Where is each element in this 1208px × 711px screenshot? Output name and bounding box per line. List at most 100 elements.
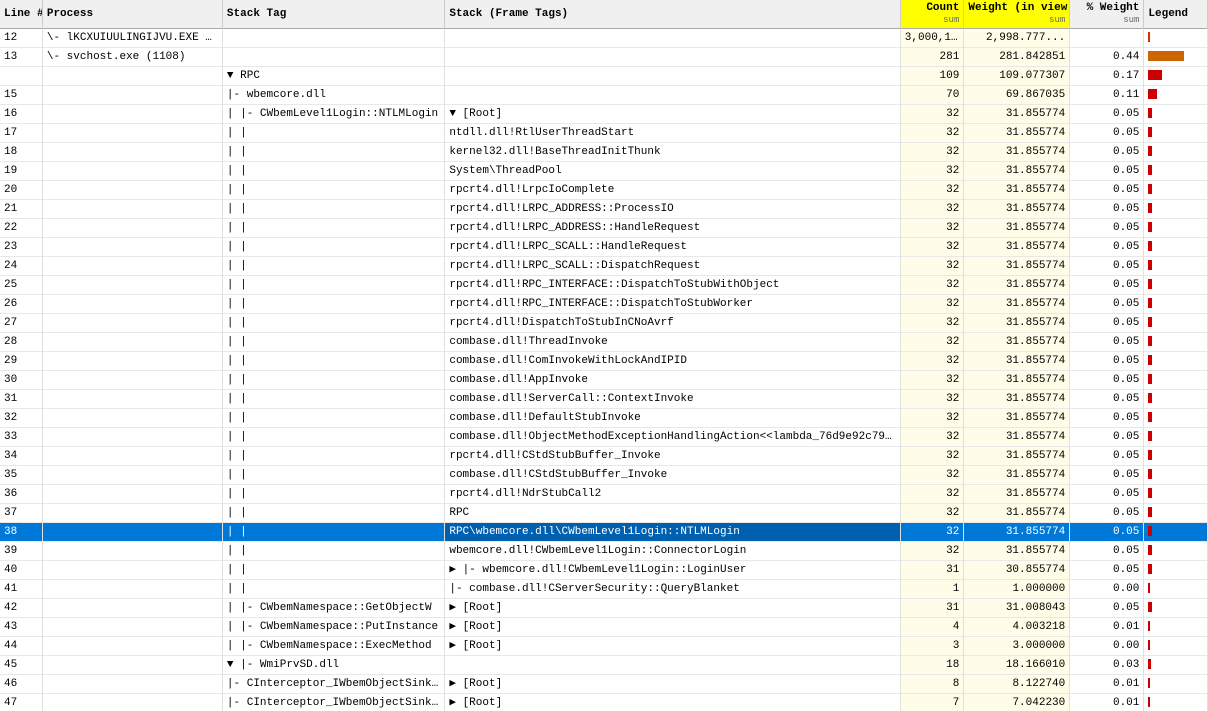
cell-legend [1144, 599, 1208, 618]
legend-bar [1148, 564, 1152, 574]
table-row[interactable]: 12 \- lKCXUIUULINGIJVU.EXE (EEE)3,000,11… [0, 29, 1208, 48]
cell-line: 18 [0, 143, 42, 162]
cell-count: 32 [900, 333, 964, 352]
cell-stack-frame: ▶ [Root] [445, 694, 900, 711]
cell-legend [1144, 409, 1208, 428]
cell-stack-tag: | | [222, 162, 444, 181]
table-row[interactable]: 45▼ |- WmiPrvSD.dll1818.1660100.03 [0, 656, 1208, 675]
cell-count: 4 [900, 618, 964, 637]
table-row[interactable]: 25 | | rpcrt4.dll!RPC_INTERFACE::Dispatc… [0, 276, 1208, 295]
cell-pct-weight: 0.05 [1070, 105, 1144, 124]
table-row[interactable]: ▼ RPC109109.0773070.17 [0, 67, 1208, 86]
cell-process [42, 447, 222, 466]
table-row[interactable]: 34 | | rpcrt4.dll!CStdStubBuffer_Invoke3… [0, 447, 1208, 466]
cell-pct-weight: 0.05 [1070, 295, 1144, 314]
table-row[interactable]: 39 | | wbemcore.dll!CWbemLevel1Login::Co… [0, 542, 1208, 561]
cell-line: 40 [0, 561, 42, 580]
cell-line: 33 [0, 428, 42, 447]
table-row[interactable]: 23 | | rpcrt4.dll!LRPC_SCALL::HandleRequ… [0, 238, 1208, 257]
cell-legend [1144, 276, 1208, 295]
cell-count: 18 [900, 656, 964, 675]
cell-line: 30 [0, 371, 42, 390]
table-row[interactable]: 38 | |RPC\wbemcore.dll\CWbemLevel1Login:… [0, 523, 1208, 542]
cell-line: 16 [0, 105, 42, 124]
col-header-stack-frame[interactable]: Stack (Frame Tags) [445, 0, 900, 29]
legend-bar [1148, 51, 1183, 61]
col-header-line[interactable]: Line # [0, 0, 42, 29]
table-row[interactable]: 46 |- CInterceptor_IWbemObjectSink::SetS… [0, 675, 1208, 694]
cell-weight: 31.855774 [964, 276, 1070, 295]
cell-stack-frame [445, 29, 900, 48]
table-row[interactable]: 37 | | RPC3231.8557740.05 [0, 504, 1208, 523]
cell-count: 32 [900, 124, 964, 143]
table-row[interactable]: 24 | | rpcrt4.dll!LRPC_SCALL::DispatchRe… [0, 257, 1208, 276]
table-row[interactable]: 18 | | kernel32.dll!BaseThreadInitThunk3… [0, 143, 1208, 162]
cell-line: 43 [0, 618, 42, 637]
table-row[interactable]: 29 | | combase.dll!ComInvokeWithLockAndI… [0, 352, 1208, 371]
cell-count: 32 [900, 219, 964, 238]
col-header-legend[interactable]: Legend [1144, 0, 1208, 29]
legend-bar [1148, 526, 1152, 536]
cell-legend [1144, 257, 1208, 276]
table-row[interactable]: 44 | |- CWbemNamespace::ExecMethod▶ [Roo… [0, 637, 1208, 656]
table-row[interactable]: 26 | | rpcrt4.dll!RPC_INTERFACE::Dispatc… [0, 295, 1208, 314]
table-row[interactable]: 41 | | |- combase.dll!CServerSecurity::Q… [0, 580, 1208, 599]
cell-count: 32 [900, 504, 964, 523]
cell-weight: 31.855774 [964, 352, 1070, 371]
table-row[interactable]: 16 | |- CWbemLevel1Login::NTLMLogin▼ [Ro… [0, 105, 1208, 124]
cell-weight: 1.000000 [964, 580, 1070, 599]
cell-stack-tag: | | [222, 295, 444, 314]
table-row[interactable]: 22 | | rpcrt4.dll!LRPC_ADDRESS::HandleRe… [0, 219, 1208, 238]
table-row[interactable]: 42 | |- CWbemNamespace::GetObjectW▶ [Roo… [0, 599, 1208, 618]
table-row[interactable]: 27 | | rpcrt4.dll!DispatchToStubInCNoAvr… [0, 314, 1208, 333]
cell-process [42, 580, 222, 599]
cell-process [42, 86, 222, 105]
legend-bar [1148, 222, 1152, 232]
cell-weight: 31.855774 [964, 200, 1070, 219]
table-row[interactable]: 47 |- CInterceptor_IWbemObjectSink::Indi… [0, 694, 1208, 711]
cell-process [42, 390, 222, 409]
main-table-container: Line # Process Stack Tag Stack (Frame Ta… [0, 0, 1208, 711]
cell-line: 12 [0, 29, 42, 48]
cell-line: 31 [0, 390, 42, 409]
cell-line: 47 [0, 694, 42, 711]
cell-stack-tag: | | [222, 181, 444, 200]
table-row[interactable]: 13 \- svchost.exe (1108)281281.8428510.4… [0, 48, 1208, 67]
table-row[interactable]: 21 | | rpcrt4.dll!LRPC_ADDRESS::ProcessI… [0, 200, 1208, 219]
col-header-stack-tag[interactable]: Stack Tag [222, 0, 444, 29]
table-row[interactable]: 43 | |- CWbemNamespace::PutInstance▶ [Ro… [0, 618, 1208, 637]
table-row[interactable]: 36 | | rpcrt4.dll!NdrStubCall23231.85577… [0, 485, 1208, 504]
cell-process [42, 181, 222, 200]
col-header-pct-weight[interactable]: % Weight sum [1070, 0, 1144, 29]
table-row[interactable]: 20 | | rpcrt4.dll!LrpcIoComplete3231.855… [0, 181, 1208, 200]
cell-stack-tag: | | [222, 542, 444, 561]
legend-bar [1148, 412, 1152, 422]
table-row[interactable]: 30 | | combase.dll!AppInvoke3231.8557740… [0, 371, 1208, 390]
cell-stack-frame: rpcrt4.dll!DispatchToStubInCNoAvrf [445, 314, 900, 333]
cell-stack-frame: ▶ [Root] [445, 637, 900, 656]
cell-legend [1144, 466, 1208, 485]
table-row[interactable]: 35 | | combase.dll!CStdStubBuffer_Invoke… [0, 466, 1208, 485]
table-row[interactable]: 15 |- wbemcore.dll7069.8670350.11 [0, 86, 1208, 105]
cell-process [42, 276, 222, 295]
table-row[interactable]: 28 | | combase.dll!ThreadInvoke3231.8557… [0, 333, 1208, 352]
table-row[interactable]: 32 | | combase.dll!DefaultStubInvoke3231… [0, 409, 1208, 428]
cell-weight: 31.855774 [964, 390, 1070, 409]
legend-bar [1148, 640, 1150, 650]
cell-line: 21 [0, 200, 42, 219]
table-row[interactable]: 19 | | System\ThreadPool3231.8557740.05 [0, 162, 1208, 181]
table-row[interactable]: 40 | | ▶ |- wbemcore.dll!CWbemLevel1Logi… [0, 561, 1208, 580]
cell-count: 32 [900, 466, 964, 485]
cell-count: 3,000,110 [900, 29, 964, 48]
table-row[interactable]: 33 | | combase.dll!ObjectMethodException… [0, 428, 1208, 447]
cell-count: 32 [900, 295, 964, 314]
cell-legend [1144, 314, 1208, 333]
table-row[interactable]: 17 | | ntdll.dll!RtlUserThreadStart3231.… [0, 124, 1208, 143]
col-header-count[interactable]: Count sum [900, 0, 964, 29]
cell-stack-frame: combase.dll!DefaultStubInvoke [445, 409, 900, 428]
table-row[interactable]: 31 | | combase.dll!ServerCall::ContextIn… [0, 390, 1208, 409]
cell-pct-weight: 0.00 [1070, 637, 1144, 656]
col-header-weight[interactable]: Weight (in view...) sum [964, 0, 1070, 29]
col-header-process[interactable]: Process [42, 0, 222, 29]
legend-bar [1148, 89, 1157, 99]
